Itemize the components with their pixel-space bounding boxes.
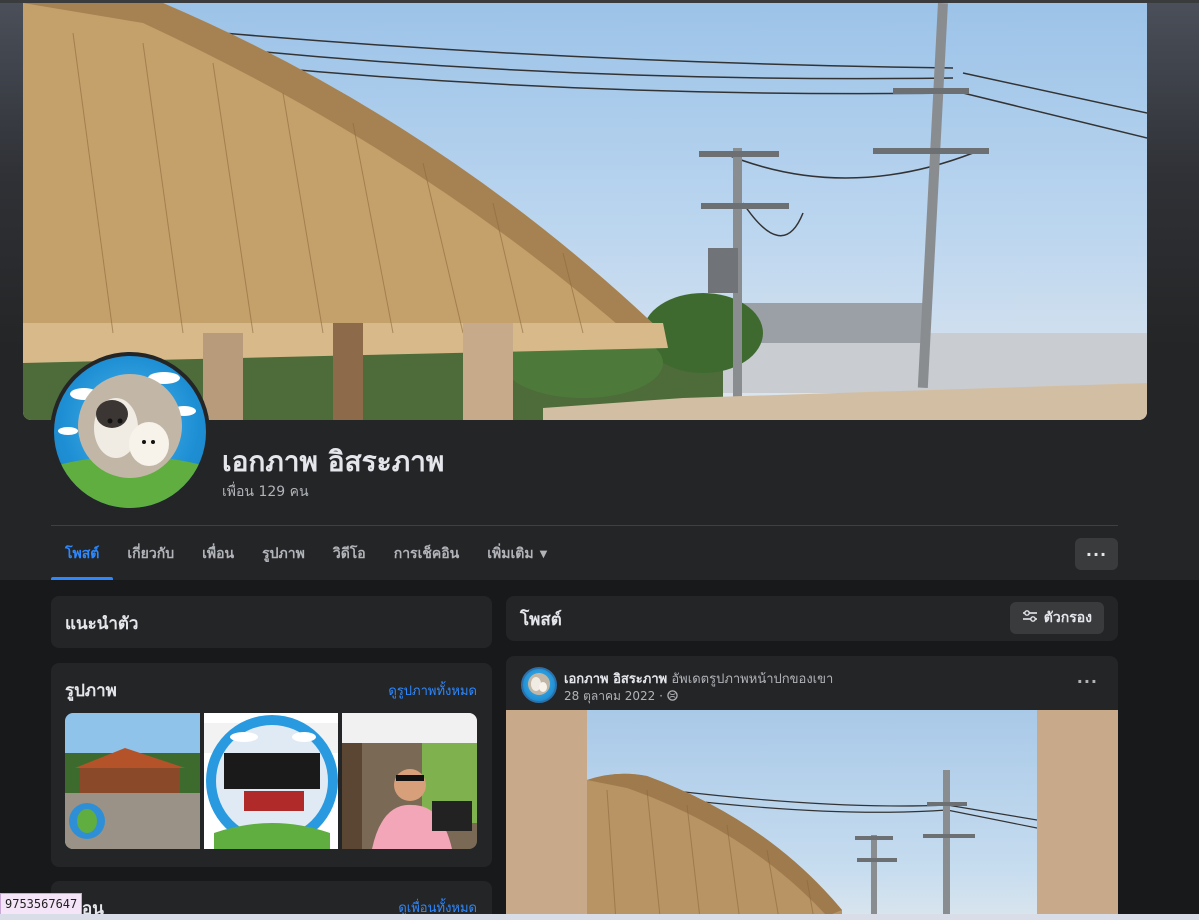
tab-label: การเช็คอิน — [393, 546, 460, 562]
tab-more[interactable]: เพิ่มเติม ▼ — [473, 528, 561, 580]
post-options-button[interactable]: ··· — [1077, 672, 1098, 691]
tab-label: เกี่ยวกับ — [127, 546, 175, 562]
globe-icon — [667, 689, 678, 704]
post-date[interactable]: 28 ตุลาคม 2022 · — [564, 687, 663, 706]
profile-name: เอกภาพ อิสระภาพ — [222, 445, 445, 478]
id-badge: 9753567647 — [0, 893, 83, 915]
caret-down-icon: ▼ — [539, 548, 548, 560]
tab-label: เพื่อน — [202, 546, 235, 562]
see-all-photos-link[interactable]: ดูรูปภาพทั้งหมด — [388, 680, 477, 701]
photo-thumbnail[interactable] — [65, 713, 200, 849]
post-header-text: เอกภาพ อิสระภาพ อัพเดตรูปภาพหน้าปกของเขา — [564, 668, 833, 689]
tab-label: โพสต์ — [65, 546, 100, 562]
post-image[interactable] — [506, 710, 1118, 920]
photo-grid — [65, 713, 477, 849]
filter-label: ตัวกรอง — [1043, 610, 1092, 626]
post-photo — [587, 710, 1037, 920]
photo-image — [342, 713, 477, 849]
tab-videos[interactable]: วิดีโอ — [319, 528, 380, 580]
post-meta: 28 ตุลาคม 2022 · — [564, 687, 678, 706]
photos-card: รูปภาพ ดูรูปภาพทั้งหมด — [51, 663, 492, 867]
cover-illustration — [23, 3, 1147, 420]
avatar — [54, 356, 206, 508]
tab-friends[interactable]: เพื่อน — [188, 528, 248, 580]
more-options-button[interactable]: ··· — [1075, 538, 1118, 570]
header-divider — [51, 525, 1118, 526]
posts-header-card: โพสต์ ตัวกรอง — [506, 596, 1118, 641]
filter-button[interactable]: ตัวกรอง — [1009, 602, 1104, 634]
tab-label: วิดีโอ — [332, 546, 366, 562]
photo-thumbnail[interactable] — [203, 713, 339, 849]
tab-label: เพิ่มเติม — [487, 546, 534, 562]
bottom-edge — [0, 914, 1199, 920]
tab-about[interactable]: เกี่ยวกับ — [113, 528, 188, 580]
profile-tabs: โพสต์ เกี่ยวกับ เพื่อน รูปภาพ วิดีโอ การ… — [51, 528, 561, 580]
photo-image — [65, 713, 200, 849]
tab-posts[interactable]: โพสต์ — [51, 528, 114, 580]
post-card: เอกภาพ อิสระภาพ อัพเดตรูปภาพหน้าปกของเขา… — [506, 656, 1118, 920]
photo-image — [203, 713, 339, 849]
cover-photo[interactable] — [23, 3, 1147, 420]
post-author-name[interactable]: เอกภาพ อิสระภาพ — [564, 672, 667, 687]
profile-avatar[interactable] — [50, 352, 210, 512]
intro-title: แนะนำตัว — [65, 614, 139, 634]
post-action: อัพเดตรูปภาพหน้าปกของเขา — [671, 672, 834, 687]
friends-count[interactable]: เพื่อน 129 คน — [222, 481, 309, 503]
tab-label: รูปภาพ — [262, 546, 305, 562]
post-photo-illustration — [587, 770, 1037, 920]
photos-title: รูปภาพ — [65, 681, 117, 701]
post-author-avatar[interactable] — [521, 667, 557, 703]
filter-icon — [1022, 609, 1038, 627]
tab-checkins[interactable]: การเช็คอิน — [380, 528, 474, 580]
posts-title: โพสต์ — [520, 610, 562, 630]
tab-photos[interactable]: รูปภาพ — [248, 528, 319, 580]
photo-thumbnail[interactable] — [342, 713, 477, 849]
avatar-illustration — [54, 372, 206, 508]
intro-card: แนะนำตัว — [51, 596, 492, 648]
